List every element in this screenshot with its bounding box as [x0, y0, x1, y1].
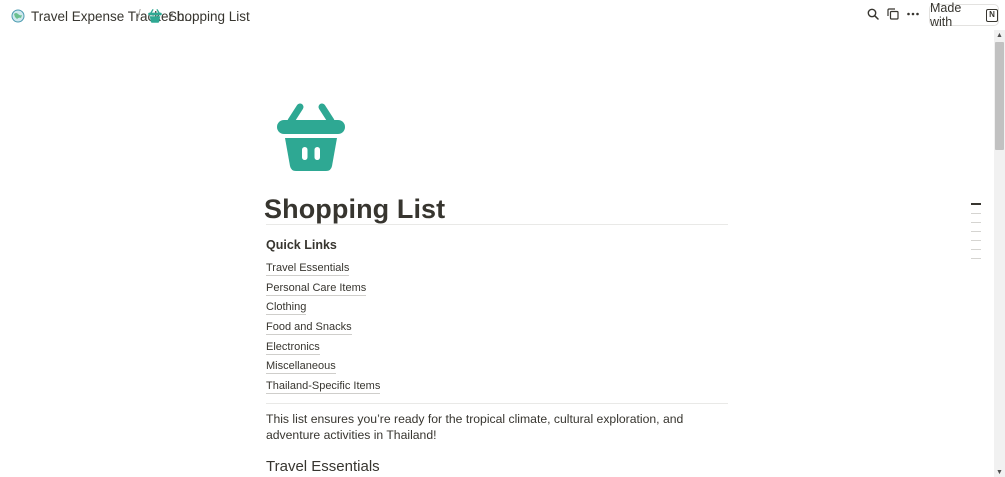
quick-link-personal-care[interactable]: Personal Care Items	[266, 282, 367, 296]
notion-logo-icon: N	[986, 8, 998, 22]
outline-tick[interactable]	[971, 248, 981, 250]
basket-icon	[148, 9, 162, 23]
scrollbar-thumb[interactable]	[995, 42, 1004, 150]
breadcrumb-label: Shopping List	[168, 8, 250, 24]
scroll-down-arrow-icon[interactable]: ▼	[994, 467, 1005, 477]
quick-link-electronics[interactable]: Electronics	[266, 341, 320, 355]
quick-link-clothing[interactable]: Clothing	[266, 301, 307, 315]
page-outline[interactable]	[971, 203, 981, 267]
made-with-label: Made with	[930, 1, 962, 29]
scroll-up-arrow-icon[interactable]: ▲	[994, 30, 1005, 40]
outline-tick[interactable]	[971, 203, 981, 205]
breadcrumb-item-current[interactable]: Shopping List	[148, 7, 250, 25]
scrollbar[interactable]: ▲ ▼	[994, 30, 1005, 477]
outline-tick[interactable]	[971, 212, 981, 214]
section-heading-travel-essentials: Travel Essentials	[266, 458, 380, 475]
quick-link-food-snacks[interactable]: Food and Snacks	[266, 321, 352, 335]
globe-icon	[11, 9, 25, 23]
page-icon[interactable]	[276, 102, 346, 172]
divider	[266, 403, 728, 404]
top-bar: Travel Expense Tracker b... / Shopping L…	[0, 0, 1005, 30]
quick-link-thailand-specific[interactable]: Thailand-Specific Items	[266, 380, 381, 394]
more-options-button[interactable]	[905, 6, 921, 22]
quick-link-miscellaneous[interactable]: Miscellaneous	[266, 360, 336, 374]
breadcrumb-separator: /	[137, 7, 141, 22]
basket-icon	[277, 103, 345, 171]
quick-link-travel-essentials[interactable]: Travel Essentials	[266, 262, 350, 276]
intro-paragraph: This list ensures you’re ready for the t…	[266, 412, 684, 442]
search-button[interactable]	[865, 6, 881, 22]
made-with-button[interactable]: Made with N	[929, 1, 999, 29]
outline-tick[interactable]	[971, 239, 981, 241]
divider	[266, 224, 728, 225]
more-icon	[907, 12, 919, 16]
quick-links-heading: Quick Links	[266, 238, 337, 252]
outline-tick[interactable]	[971, 257, 981, 259]
outline-tick[interactable]	[971, 230, 981, 232]
outline-tick[interactable]	[971, 221, 981, 223]
search-icon	[867, 8, 879, 20]
duplicate-button[interactable]	[885, 6, 901, 22]
duplicate-icon	[887, 8, 899, 20]
page-title: Shopping List	[264, 194, 446, 224]
